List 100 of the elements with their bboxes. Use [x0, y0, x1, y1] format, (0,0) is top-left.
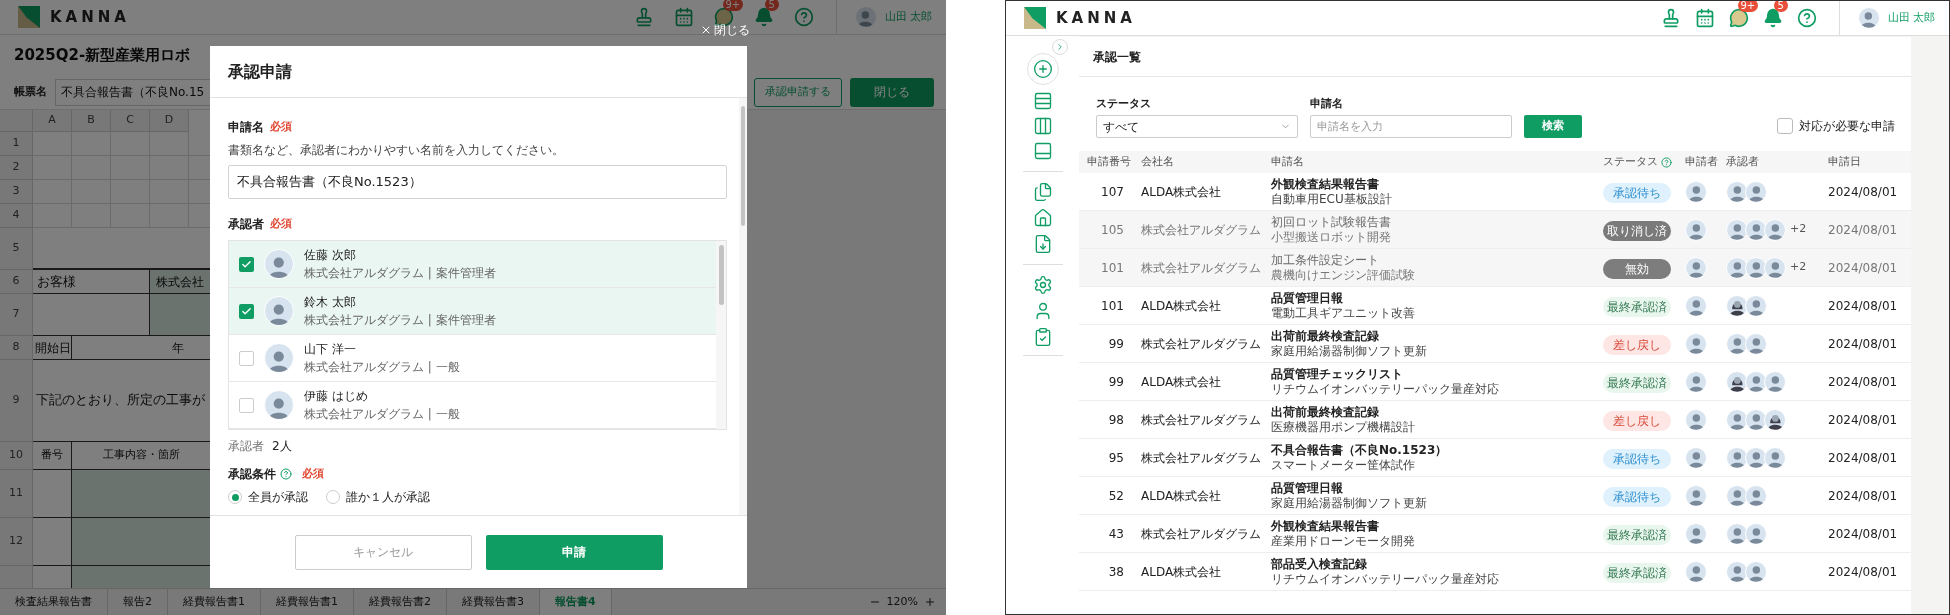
company-name: 株式会社アルダグラム	[1141, 449, 1262, 467]
form-name-label: 帳票名	[14, 83, 47, 100]
status-badge: 最終承認済	[1603, 524, 1671, 545]
request-date: 2024/08/01	[1828, 373, 1899, 391]
name-filter-label: 申請名	[1310, 95, 1344, 112]
status-badge: 差し戻し	[1603, 334, 1671, 355]
sheet-tab[interactable]: 報告2	[108, 589, 168, 615]
request-date: 2024/08/01	[1828, 297, 1899, 315]
column-header: 申請日	[1828, 153, 1861, 170]
approver-name: 山下 洋一	[304, 341, 357, 358]
settings-icon[interactable]	[1032, 275, 1053, 295]
notification-icon[interactable]	[753, 7, 774, 27]
avatar	[1764, 446, 1786, 469]
sheet-cell	[72, 132, 111, 156]
avatar	[1745, 446, 1767, 469]
avatar	[1685, 560, 1707, 583]
add-icon[interactable]	[1032, 59, 1053, 79]
logo-icon	[1024, 7, 1046, 29]
sheet-cell	[111, 132, 150, 156]
avatar	[1685, 484, 1707, 507]
company-name: 株式会社アルダグラム	[1141, 335, 1262, 353]
sheet-cell	[33, 180, 72, 204]
row-header: 4	[0, 204, 33, 228]
avatar	[1726, 446, 1748, 469]
list-icon[interactable]	[1032, 91, 1053, 111]
close-link[interactable]: 閉じる	[700, 21, 750, 39]
radio-option[interactable]: 誰か１人が承認	[326, 488, 430, 506]
avatar	[1726, 484, 1748, 507]
status-badge: 最終承認済	[1603, 296, 1671, 317]
logo-icon	[18, 6, 40, 28]
approver-org: 株式会社アルダグラム | 案件管理者	[304, 312, 496, 329]
request-number: 107	[1101, 183, 1124, 201]
help-icon[interactable]	[793, 7, 814, 27]
close-icon[interactable]	[700, 24, 712, 36]
request-subtitle: 農機向けエンジン評価試験	[1271, 268, 1416, 283]
sheet-tab[interactable]: 経費報告書2	[354, 589, 447, 615]
approver-option[interactable]: 佐藤 次郎 株式会社アルダグラム | 案件管理者	[229, 241, 716, 288]
company-name: ALDA株式会社	[1141, 563, 1223, 581]
column-header: 会社名	[1141, 153, 1174, 170]
checkbox[interactable]	[239, 256, 254, 272]
avatar	[1764, 256, 1786, 279]
avatar	[264, 390, 294, 420]
name-search-field[interactable]: 申請名を入力	[1310, 115, 1512, 138]
avatar	[1764, 218, 1786, 241]
sheet-tab[interactable]: 経費報告書1	[168, 589, 261, 615]
row-header: 7	[0, 294, 33, 336]
panel-icon[interactable]	[1032, 141, 1053, 161]
calendar-icon[interactable]	[673, 7, 694, 27]
notification-badge: 5	[764, 0, 779, 11]
sheet-cell	[33, 132, 72, 156]
request-number: 105	[1101, 221, 1124, 239]
chat-icon[interactable]	[1728, 8, 1749, 28]
status-badge: 承認待ち	[1603, 486, 1671, 507]
request-title: 部品受入検査記録	[1271, 556, 1368, 572]
request-number: 95	[1108, 449, 1124, 467]
chat-badge: 9+	[722, 0, 744, 11]
help-icon[interactable]	[1661, 156, 1672, 168]
request-title: 不具合報告書（不良No.1523）	[1271, 442, 1449, 458]
help-icon[interactable]	[1796, 8, 1817, 28]
approver-count-label: 承認者	[228, 438, 264, 455]
radio-option[interactable]: 全員が承認	[228, 488, 308, 506]
request-number: 38	[1108, 563, 1124, 581]
zoom-in-icon[interactable]	[924, 596, 936, 608]
columns-icon[interactable]	[1032, 116, 1053, 136]
help-icon[interactable]	[280, 468, 292, 480]
checkbox[interactable]	[1777, 118, 1793, 134]
dialog-title: 承認申請	[228, 60, 292, 83]
needs-action-option[interactable]: 対応が必要な申請	[1777, 117, 1895, 135]
calendar-icon[interactable]	[1694, 8, 1715, 28]
avatar	[1685, 446, 1707, 469]
approver-name: 鈴木 太郎	[304, 294, 357, 311]
avatar	[1745, 484, 1767, 507]
sheet-cell	[150, 132, 189, 156]
avatar	[1726, 218, 1748, 241]
sheet-tab[interactable]: 経費報告書1	[261, 589, 354, 615]
avatar	[1685, 370, 1707, 393]
sheet-tab[interactable]: 検査結果報告書	[0, 589, 108, 615]
approver-name: 佐藤 次郎	[304, 247, 357, 264]
logo-text: KANNA	[50, 6, 130, 28]
status-badge: 取り消し済	[1603, 220, 1671, 241]
avatar	[1726, 560, 1748, 583]
request-name-field[interactable]: 不具合報告書（不良No.1523）	[228, 165, 727, 199]
checkbox[interactable]	[239, 303, 254, 319]
checkbox[interactable]	[239, 397, 254, 413]
documents-icon[interactable]	[1032, 182, 1053, 202]
more-count: +2	[1790, 259, 1807, 276]
checkbox[interactable]	[239, 350, 254, 366]
request-title: 出荷前最終検査記録	[1271, 404, 1380, 420]
notification-icon[interactable]	[1762, 8, 1783, 28]
company-name: 株式会社アルダグラム	[1141, 411, 1262, 429]
company-name: 株式会社アルダグラム	[1141, 259, 1262, 277]
user-name[interactable]: 山田 太郎	[1887, 9, 1935, 27]
scrollbar-thumb[interactable]	[741, 106, 745, 226]
column-header: 申請名	[1271, 153, 1304, 170]
request-number: 98	[1108, 411, 1124, 429]
status-select[interactable]: すべて	[1096, 115, 1298, 138]
approver-option[interactable]: 鈴木 太郎 株式会社アルダグラム | 案件管理者	[229, 288, 716, 335]
sheet-cell: 開始日	[33, 336, 72, 360]
avatar	[1745, 180, 1767, 203]
scrollbar-thumb[interactable]	[718, 245, 724, 305]
